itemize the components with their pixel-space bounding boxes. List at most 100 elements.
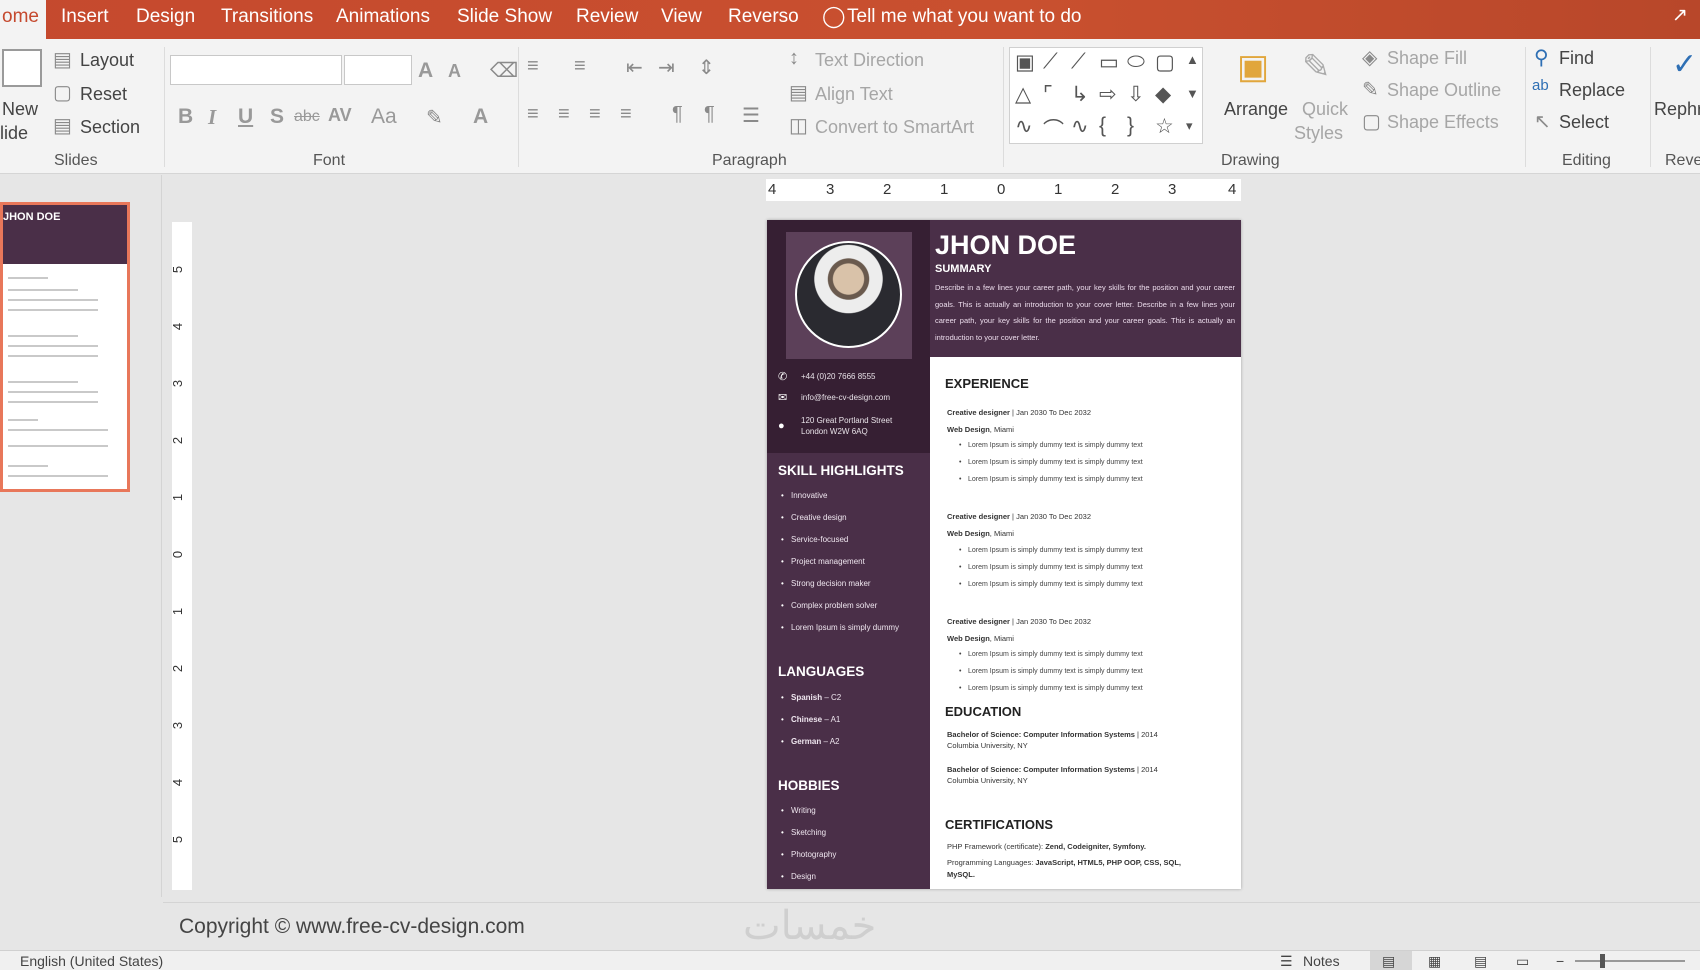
rtl-icon[interactable]: ¶ bbox=[704, 103, 715, 126]
rectangle-shape-icon[interactable]: ▭ bbox=[1099, 50, 1119, 75]
down-arrow-shape-icon[interactable]: ⇩ bbox=[1127, 82, 1145, 107]
zoom-slider[interactable] bbox=[1575, 960, 1685, 962]
notes-text[interactable]: Copyright © www.free-cv-design.com bbox=[179, 915, 525, 939]
tab-design[interactable]: Design bbox=[136, 6, 195, 28]
shape-outline-icon: ✎ bbox=[1362, 79, 1379, 101]
font-name-field[interactable] bbox=[170, 55, 342, 85]
ruler-number: 3 bbox=[170, 721, 186, 730]
gallery-down-icon[interactable]: ▼ bbox=[1186, 86, 1199, 101]
right-brace-shape-icon[interactable]: } bbox=[1127, 114, 1134, 138]
columns-icon[interactable]: ☰ bbox=[742, 103, 760, 128]
job-bullet: Lorem Ipsum is simply dummy text is simp… bbox=[959, 581, 1143, 588]
reset-button[interactable]: Reset bbox=[80, 84, 127, 105]
rounded-rect-shape-icon[interactable]: ▢ bbox=[1155, 50, 1175, 75]
reading-view-icon[interactable]: ▤ bbox=[1474, 953, 1487, 970]
tab-transitions[interactable]: Transitions bbox=[221, 6, 313, 28]
justify-icon[interactable]: ≡ bbox=[620, 103, 632, 126]
tab-review[interactable]: Review bbox=[576, 6, 638, 28]
clear-format-icon[interactable]: ⌫ bbox=[490, 58, 518, 83]
align-right-icon[interactable]: ≡ bbox=[589, 103, 601, 126]
change-case-button[interactable]: Aa bbox=[371, 105, 397, 129]
notes-pane[interactable]: Copyright © www.free-cv-design.com خمسات bbox=[163, 902, 1700, 950]
share-icon[interactable]: ↗ bbox=[1672, 4, 1688, 27]
layout-button[interactable]: Layout bbox=[80, 50, 134, 71]
tab-insert[interactable]: Insert bbox=[61, 6, 109, 28]
replace-button[interactable]: Replace bbox=[1559, 80, 1625, 101]
bold-button[interactable]: B bbox=[178, 105, 193, 129]
wave-shape-icon[interactable]: ∿ bbox=[1071, 114, 1089, 139]
arrow-line-shape-icon[interactable]: ⟋ bbox=[1071, 50, 1086, 74]
shape-effects-button[interactable]: Shape Effects bbox=[1387, 112, 1499, 133]
notes-button[interactable]: Notes bbox=[1303, 953, 1340, 969]
slide-canvas[interactable]: ✆ +44 (0)20 7666 8555 ✉ info@free-cv-des… bbox=[767, 220, 1241, 889]
tab-home[interactable]: ome bbox=[0, 0, 46, 39]
shrink-font-button[interactable]: A bbox=[448, 61, 461, 82]
strikethrough-button[interactable]: abc bbox=[294, 108, 320, 126]
section-button[interactable]: Section bbox=[80, 117, 140, 138]
convert-smartart-button[interactable]: Convert to SmartArt bbox=[815, 117, 974, 138]
arc-shape-icon[interactable]: ⌒ bbox=[1043, 114, 1064, 144]
new-slide-icon[interactable] bbox=[2, 49, 42, 87]
bullets-icon[interactable]: ≡ bbox=[527, 55, 539, 78]
slideshow-view-icon[interactable]: ▭ bbox=[1516, 953, 1529, 970]
shapes-gallery[interactable]: ▣ ⟋ ⟋ ▭ ⬭ ▢ △ ⌜ ↳ ⇨ ⇩ ◆ ∿ ⌒ ∿ { } ☆ ▲ ▼ … bbox=[1009, 47, 1203, 144]
tell-me-search[interactable]: Tell me what you want to do bbox=[847, 6, 1081, 28]
char-spacing-button[interactable]: AV bbox=[328, 105, 352, 126]
line-shape-icon[interactable]: ⟋ bbox=[1043, 50, 1058, 74]
font-color-button[interactable]: A bbox=[473, 105, 488, 129]
underline-button[interactable]: U bbox=[238, 105, 253, 129]
cert-line-2: Programming Languages: JavaScript, HTML5… bbox=[947, 858, 1181, 867]
tab-view[interactable]: View bbox=[661, 6, 702, 28]
zoom-slider-thumb[interactable] bbox=[1600, 954, 1605, 968]
triangle-shape-icon[interactable]: △ bbox=[1015, 82, 1031, 107]
freeform-shape-icon[interactable]: ◆ bbox=[1155, 82, 1171, 107]
new-slide-label[interactable]: New bbox=[2, 99, 38, 120]
font-size-field[interactable] bbox=[344, 55, 412, 85]
align-text-button[interactable]: Align Text bbox=[815, 84, 893, 105]
left-brace-shape-icon[interactable]: { bbox=[1099, 114, 1106, 138]
curve-shape-icon[interactable]: ∿ bbox=[1015, 114, 1033, 139]
select-button[interactable]: Select bbox=[1559, 112, 1609, 133]
zoom-out-icon[interactable]: − bbox=[1556, 953, 1564, 969]
italic-button[interactable]: I bbox=[208, 105, 216, 130]
gallery-more-icon[interactable]: ▾ bbox=[1186, 118, 1193, 134]
arrange-button[interactable]: Arrange bbox=[1224, 99, 1288, 120]
quick-styles-button-2[interactable]: Styles bbox=[1294, 123, 1343, 144]
elbow-arrow-icon[interactable]: ↳ bbox=[1071, 82, 1089, 107]
rephrase-button[interactable]: Rephr bbox=[1654, 99, 1700, 120]
line-spacing-icon[interactable]: ⇕ bbox=[698, 55, 715, 80]
profile-photo[interactable] bbox=[795, 241, 902, 348]
tab-animations[interactable]: Animations bbox=[336, 6, 430, 28]
ribbon-divider bbox=[1650, 47, 1651, 167]
language-status[interactable]: English (United States) bbox=[20, 953, 163, 969]
slide-sorter-icon[interactable]: ▦ bbox=[1428, 953, 1441, 970]
star-shape-icon[interactable]: ☆ bbox=[1155, 114, 1174, 139]
text-shadow-button[interactable]: S bbox=[270, 105, 284, 129]
job-dates: | Jan 2030 To Dec 2032 bbox=[1009, 617, 1091, 626]
gallery-up-icon[interactable]: ▲ bbox=[1186, 52, 1199, 67]
decrease-indent-icon[interactable]: ⇤ bbox=[626, 55, 643, 80]
thumbnail-text-line bbox=[8, 299, 98, 301]
elbow-connector-icon[interactable]: ⌜ bbox=[1043, 82, 1053, 107]
ltr-icon[interactable]: ¶ bbox=[672, 103, 683, 126]
increase-indent-icon[interactable]: ⇥ bbox=[658, 55, 675, 80]
group-label-drawing: Drawing bbox=[1221, 152, 1280, 169]
align-left-icon[interactable]: ≡ bbox=[527, 103, 539, 126]
slide-thumbnail[interactable]: JHON DOE bbox=[0, 202, 130, 492]
highlight-icon[interactable]: ✎ bbox=[426, 105, 443, 130]
quick-styles-button[interactable]: Quick bbox=[1302, 99, 1348, 120]
align-center-icon[interactable]: ≡ bbox=[558, 103, 570, 126]
text-direction-button[interactable]: Text Direction bbox=[815, 50, 924, 71]
tab-reverso[interactable]: Reverso bbox=[728, 6, 799, 28]
oval-shape-icon[interactable]: ⬭ bbox=[1127, 50, 1145, 74]
grow-font-button[interactable]: A bbox=[418, 59, 433, 83]
find-button[interactable]: Find bbox=[1559, 48, 1594, 69]
shape-fill-button[interactable]: Shape Fill bbox=[1387, 48, 1467, 69]
tab-slide-show[interactable]: Slide Show bbox=[457, 6, 552, 28]
shape-outline-button[interactable]: Shape Outline bbox=[1387, 80, 1501, 101]
new-slide-label-2[interactable]: lide bbox=[0, 123, 28, 144]
textbox-shape-icon[interactable]: ▣ bbox=[1015, 50, 1035, 75]
right-arrow-shape-icon[interactable]: ⇨ bbox=[1099, 82, 1117, 107]
numbering-icon[interactable]: ≡ bbox=[574, 55, 586, 78]
normal-view-icon: ▤ bbox=[1382, 953, 1396, 969]
